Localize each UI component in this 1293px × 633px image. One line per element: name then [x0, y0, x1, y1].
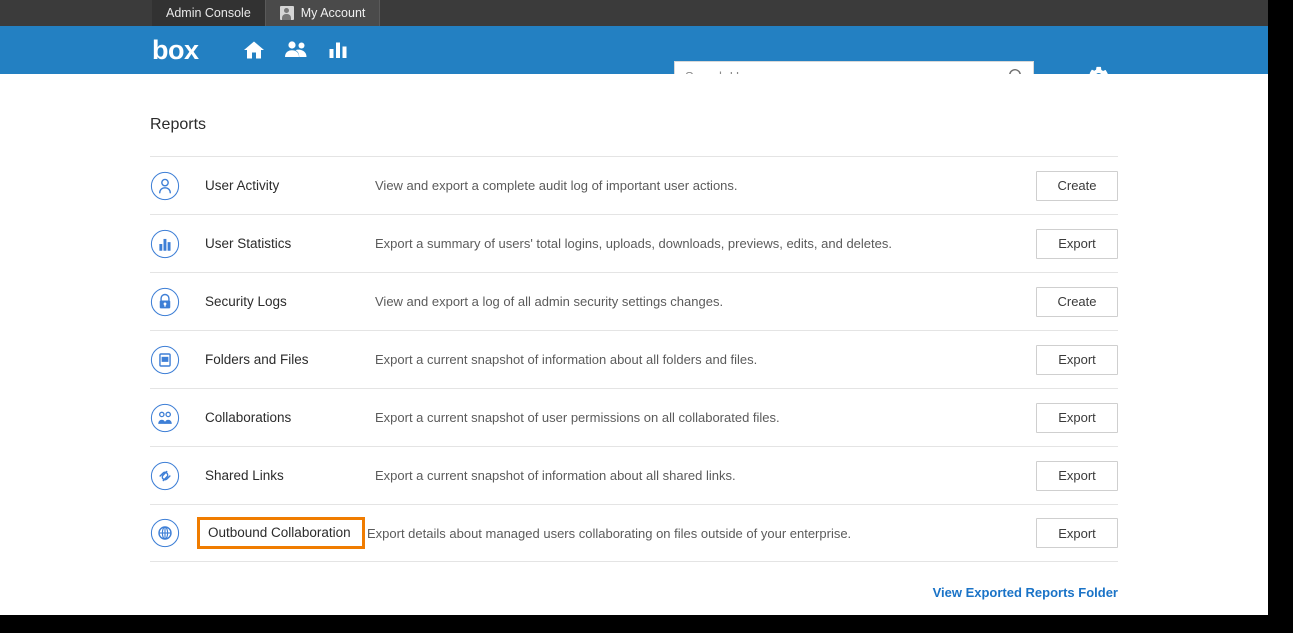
report-name: Security Logs — [205, 294, 287, 309]
report-name: Folders and Files — [205, 352, 309, 367]
page-title: Reports — [150, 116, 207, 133]
navbar-left-group: box — [152, 29, 359, 71]
report-action-cell: Export — [1008, 402, 1118, 433]
shared-link-icon — [150, 461, 205, 491]
box-logo[interactable]: box — [152, 36, 199, 64]
report-name: Shared Links — [205, 468, 284, 483]
table-row: Shared Links Export a current snapshot o… — [150, 446, 1118, 504]
report-action-button[interactable]: Create — [1036, 170, 1118, 201]
collaborations-people-icon — [150, 403, 205, 433]
report-name-highlighted: Outbound Collaboration — [197, 517, 365, 549]
table-row: Collaborations Export a current snapshot… — [150, 388, 1118, 446]
right-black-border — [1268, 0, 1293, 633]
report-action-cell: Export — [1008, 344, 1118, 375]
report-description: View and export a complete audit log of … — [375, 178, 738, 193]
footer-link-row: View Exported Reports Folder — [150, 584, 1118, 602]
user-statistics-icon — [150, 229, 205, 259]
report-action-button[interactable]: Export — [1036, 228, 1118, 259]
tab-my-account[interactable]: My Account — [265, 0, 381, 26]
screenshot-root: Admin Console My Account box Search User… — [0, 0, 1293, 633]
report-action-cell: Export — [1008, 228, 1118, 259]
user-avatar-icon — [279, 6, 294, 20]
security-lock-icon — [150, 287, 205, 317]
report-description: Export a current snapshot of information… — [375, 352, 758, 367]
report-action-button[interactable]: Export — [1036, 518, 1118, 548]
reports-bar-chart-icon[interactable] — [317, 29, 359, 71]
tab-my-account-label: My Account — [300, 6, 366, 20]
report-description: Export a current snapshot of information… — [375, 468, 736, 483]
table-row: Security Logs View and export a log of a… — [150, 272, 1118, 330]
folder-icon — [150, 345, 205, 375]
page-content: Reports User Activity View and export a … — [0, 74, 1268, 615]
users-icon[interactable] — [275, 29, 317, 71]
table-row: User Activity View and export a complete… — [150, 156, 1118, 214]
browser-tab-strip: Admin Console My Account — [0, 0, 1268, 26]
tab-strip-filler — [380, 0, 1268, 26]
report-description: View and export a log of all admin secur… — [375, 294, 724, 309]
report-action-cell: Create — [1008, 170, 1118, 201]
reports-table: User Activity View and export a complete… — [150, 156, 1118, 562]
report-action-button[interactable]: Create — [1036, 286, 1118, 317]
report-name: Collaborations — [205, 410, 292, 425]
report-action-button[interactable]: Export — [1036, 344, 1118, 375]
report-action-cell: Export — [1008, 460, 1118, 491]
report-description: Export details about managed users colla… — [367, 525, 852, 541]
user-activity-icon — [150, 171, 205, 201]
bottom-black-border — [0, 615, 1293, 633]
main-navbar: box — [0, 26, 1268, 91]
report-description: Export a summary of users' total logins,… — [375, 236, 892, 251]
table-row: Outbound Collaboration Export details ab… — [150, 504, 1118, 562]
report-description: Export a current snapshot of user permis… — [375, 410, 780, 425]
report-action-button[interactable]: Export — [1036, 402, 1118, 433]
table-row: User Statistics Export a summary of user… — [150, 214, 1118, 272]
tab-strip-spacer — [0, 0, 152, 26]
report-action-cell: Create — [1008, 286, 1118, 317]
table-row: Folders and Files Export a current snaps… — [150, 330, 1118, 388]
view-exported-reports-folder-link[interactable]: View Exported Reports Folder — [933, 585, 1118, 600]
report-name: User Activity — [205, 178, 280, 193]
tab-admin-console-label: Admin Console — [166, 6, 251, 20]
home-icon[interactable] — [233, 29, 275, 71]
report-action-cell: Export — [1008, 518, 1118, 548]
tab-admin-console[interactable]: Admin Console — [152, 0, 266, 26]
report-action-button[interactable]: Export — [1036, 460, 1118, 491]
report-name: User Statistics — [205, 236, 292, 251]
